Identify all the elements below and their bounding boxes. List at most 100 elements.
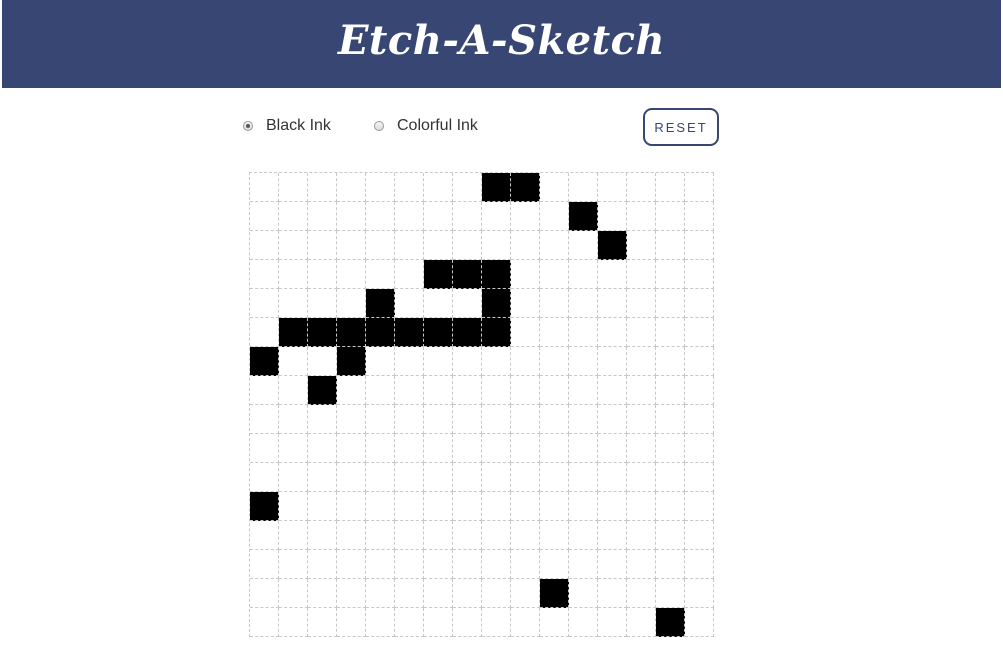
grid-cell[interactable] — [598, 492, 627, 521]
grid-cell[interactable] — [540, 260, 569, 289]
grid-cell[interactable] — [685, 463, 714, 492]
grid-cell[interactable] — [598, 608, 627, 637]
grid-cell[interactable] — [656, 289, 685, 318]
grid-cell[interactable] — [685, 231, 714, 260]
grid-cell[interactable] — [453, 492, 482, 521]
grid-cell[interactable] — [685, 608, 714, 637]
grid-cell[interactable] — [627, 405, 656, 434]
grid-cell[interactable] — [627, 173, 656, 202]
grid-cell[interactable] — [424, 202, 453, 231]
grid-cell[interactable] — [424, 289, 453, 318]
grid-cell[interactable] — [598, 173, 627, 202]
grid-cell[interactable] — [511, 463, 540, 492]
grid-cell[interactable] — [540, 550, 569, 579]
grid-cell[interactable] — [511, 231, 540, 260]
grid-cell[interactable] — [250, 347, 279, 376]
grid-cell[interactable] — [540, 492, 569, 521]
grid-cell[interactable] — [279, 608, 308, 637]
grid-cell[interactable] — [511, 347, 540, 376]
grid-cell[interactable] — [395, 202, 424, 231]
grid-cell[interactable] — [656, 434, 685, 463]
grid-cell[interactable] — [337, 550, 366, 579]
grid-cell[interactable] — [366, 608, 395, 637]
grid-cell[interactable] — [424, 376, 453, 405]
grid-cell[interactable] — [627, 492, 656, 521]
grid-cell[interactable] — [308, 405, 337, 434]
grid-cell[interactable] — [540, 434, 569, 463]
grid-cell[interactable] — [337, 318, 366, 347]
grid-cell[interactable] — [279, 260, 308, 289]
grid-cell[interactable] — [511, 434, 540, 463]
grid-cell[interactable] — [279, 434, 308, 463]
grid-cell[interactable] — [511, 608, 540, 637]
grid-cell[interactable] — [627, 347, 656, 376]
grid-cell[interactable] — [337, 579, 366, 608]
grid-cell[interactable] — [540, 521, 569, 550]
grid-cell[interactable] — [598, 289, 627, 318]
grid-cell[interactable] — [337, 405, 366, 434]
black-ink-option[interactable]: Black Ink — [243, 113, 331, 139]
grid-cell[interactable] — [395, 579, 424, 608]
grid-cell[interactable] — [366, 173, 395, 202]
grid-cell[interactable] — [598, 260, 627, 289]
grid-cell[interactable] — [511, 492, 540, 521]
grid-cell[interactable] — [627, 260, 656, 289]
grid-cell[interactable] — [569, 608, 598, 637]
grid-cell[interactable] — [598, 202, 627, 231]
grid-cell[interactable] — [453, 318, 482, 347]
grid-cell[interactable] — [598, 376, 627, 405]
grid-cell[interactable] — [395, 521, 424, 550]
grid-cell[interactable] — [366, 289, 395, 318]
grid-cell[interactable] — [250, 289, 279, 318]
grid-cell[interactable] — [424, 347, 453, 376]
grid-cell[interactable] — [453, 434, 482, 463]
grid-cell[interactable] — [279, 318, 308, 347]
grid-cell[interactable] — [250, 463, 279, 492]
grid-cell[interactable] — [395, 289, 424, 318]
grid-cell[interactable] — [685, 521, 714, 550]
grid-cell[interactable] — [424, 550, 453, 579]
grid-cell[interactable] — [627, 202, 656, 231]
grid-cell[interactable] — [308, 550, 337, 579]
grid-cell[interactable] — [366, 347, 395, 376]
grid-cell[interactable] — [598, 318, 627, 347]
grid-cell[interactable] — [395, 173, 424, 202]
grid-cell[interactable] — [250, 231, 279, 260]
grid-cell[interactable] — [279, 202, 308, 231]
grid-cell[interactable] — [569, 521, 598, 550]
grid-cell[interactable] — [569, 405, 598, 434]
grid-cell[interactable] — [337, 173, 366, 202]
grid-cell[interactable] — [424, 521, 453, 550]
grid-cell[interactable] — [685, 579, 714, 608]
grid-cell[interactable] — [540, 231, 569, 260]
grid-cell[interactable] — [366, 579, 395, 608]
grid-cell[interactable] — [395, 405, 424, 434]
grid-cell[interactable] — [656, 405, 685, 434]
grid-cell[interactable] — [395, 376, 424, 405]
grid-cell[interactable] — [656, 260, 685, 289]
grid-cell[interactable] — [250, 550, 279, 579]
grid-cell[interactable] — [424, 173, 453, 202]
grid-cell[interactable] — [308, 463, 337, 492]
grid-cell[interactable] — [598, 434, 627, 463]
grid-cell[interactable] — [569, 492, 598, 521]
grid-cell[interactable] — [627, 376, 656, 405]
grid-cell[interactable] — [482, 405, 511, 434]
grid-cell[interactable] — [308, 202, 337, 231]
grid-cell[interactable] — [685, 318, 714, 347]
grid-cell[interactable] — [685, 405, 714, 434]
grid-cell[interactable] — [395, 608, 424, 637]
grid-cell[interactable] — [453, 463, 482, 492]
grid-cell[interactable] — [308, 260, 337, 289]
grid-cell[interactable] — [656, 550, 685, 579]
black-ink-radio[interactable] — [243, 121, 253, 131]
grid-cell[interactable] — [308, 289, 337, 318]
grid-cell[interactable] — [627, 579, 656, 608]
grid-cell[interactable] — [279, 579, 308, 608]
grid-cell[interactable] — [453, 231, 482, 260]
grid-cell[interactable] — [424, 405, 453, 434]
grid-cell[interactable] — [337, 289, 366, 318]
grid-cell[interactable] — [453, 405, 482, 434]
grid-cell[interactable] — [453, 289, 482, 318]
grid-cell[interactable] — [569, 463, 598, 492]
